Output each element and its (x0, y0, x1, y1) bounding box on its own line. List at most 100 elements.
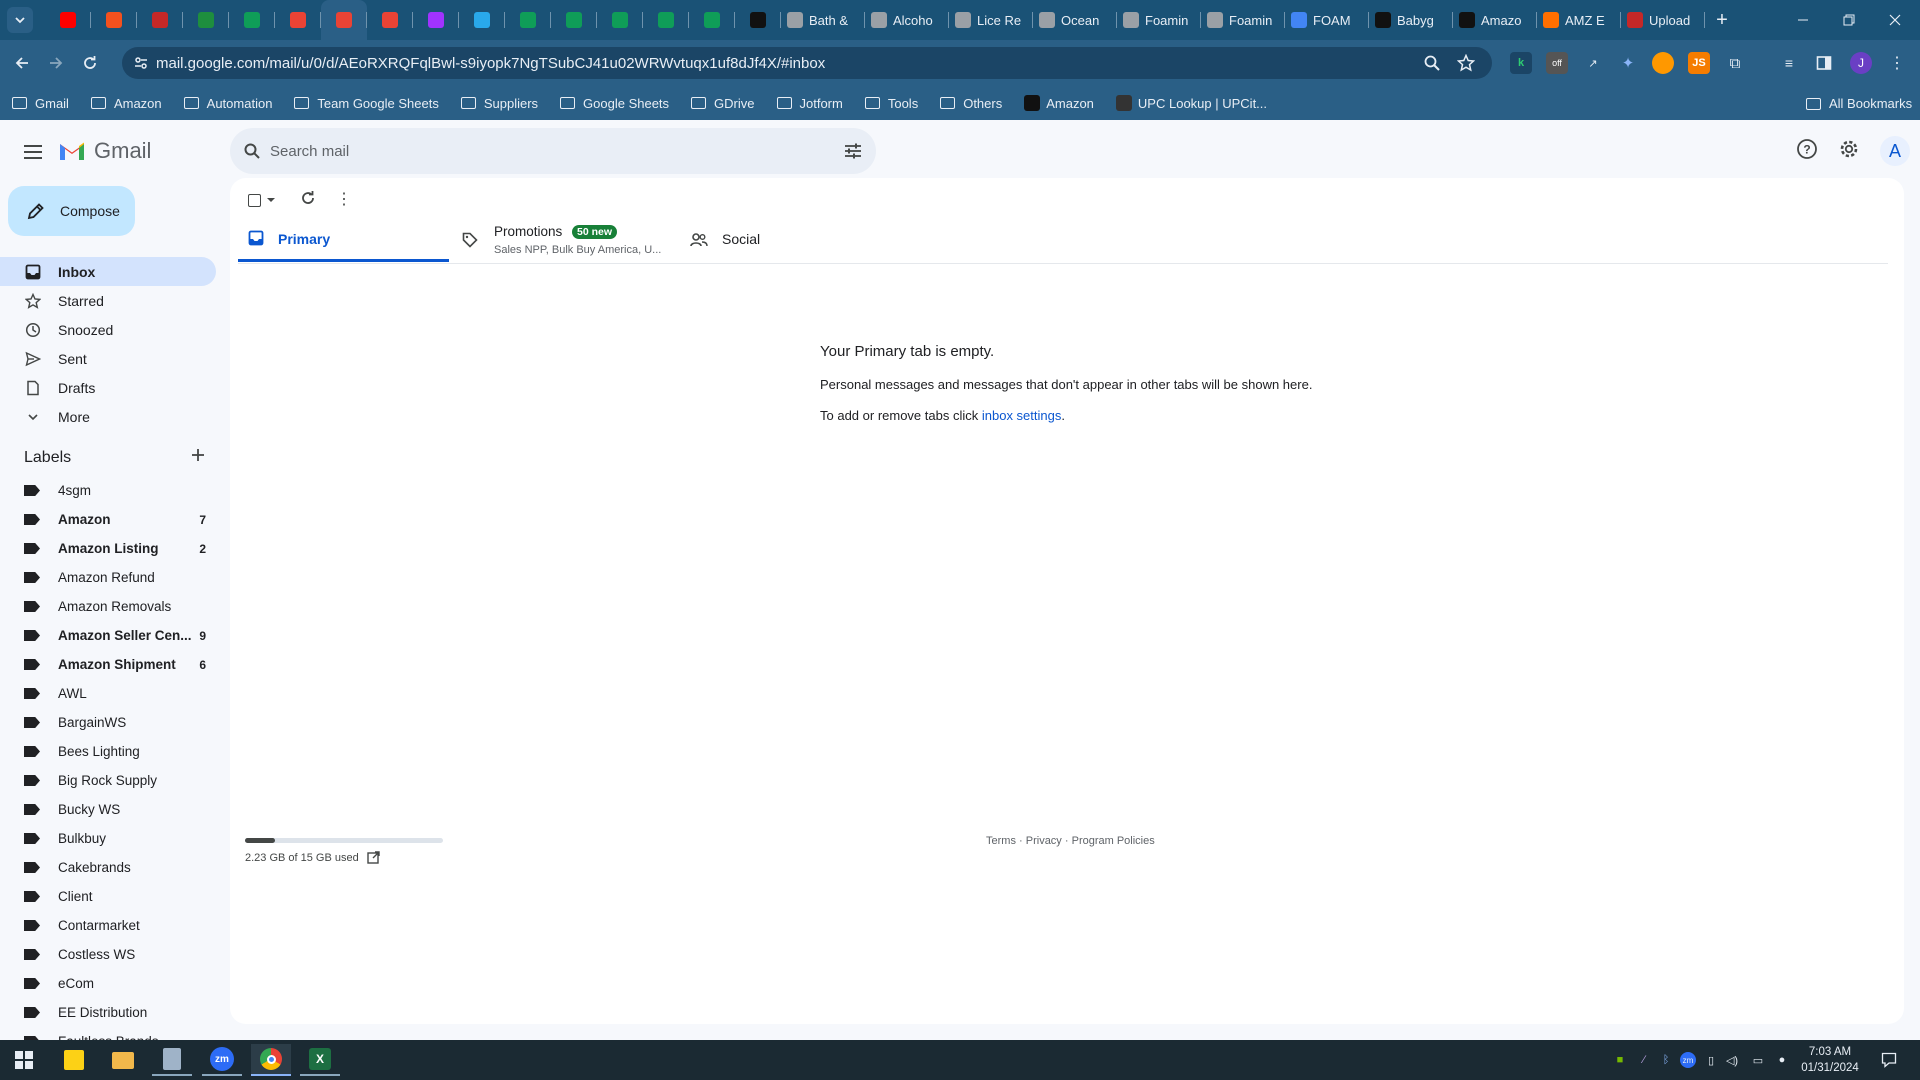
clock[interactable]: 7:03 AM 01/31/2024 (1798, 1044, 1862, 1076)
label-item[interactable]: BargainWS (0, 708, 216, 737)
forward-button[interactable] (39, 46, 73, 80)
reload-button[interactable] (73, 46, 107, 80)
sidebar-item-more[interactable]: More (0, 402, 216, 431)
label-item[interactable]: Amazon Refund (0, 563, 216, 592)
tab-social[interactable]: Social (680, 214, 880, 262)
browser-menu-button[interactable]: ⋮ (1886, 52, 1908, 74)
microphone-tray-icon[interactable]: ● (1774, 1052, 1790, 1068)
bookmark-item[interactable]: Others (940, 96, 1002, 111)
network-tray-icon[interactable]: ▭ (1750, 1052, 1766, 1068)
storage-text[interactable]: 2.23 GB of 15 GB used (245, 851, 380, 864)
sidebar-item-inbox[interactable]: Inbox (0, 257, 216, 286)
search-options-icon[interactable] (844, 143, 862, 159)
browser-tab[interactable]: Foamin (1117, 0, 1201, 40)
bookmark-item[interactable]: UPC Lookup | UPCit... (1115, 95, 1267, 111)
zoom-app[interactable]: zm (202, 1044, 242, 1076)
label-item[interactable]: Client (0, 882, 216, 911)
browser-tab[interactable] (367, 0, 413, 40)
browser-tab[interactable] (735, 0, 781, 40)
search-box[interactable]: Search mail (230, 128, 876, 174)
browser-tab[interactable] (45, 0, 91, 40)
browser-tab[interactable]: Lice Re (949, 0, 1033, 40)
pen-tray-icon[interactable]: ∕ (1636, 1052, 1652, 1068)
bookmark-item[interactable]: Amazon (90, 96, 162, 111)
new-tab-button[interactable]: + (1709, 7, 1735, 33)
browser-tab[interactable] (597, 0, 643, 40)
browser-tab[interactable]: Alcoho (865, 0, 949, 40)
label-item[interactable]: Cakebrands (0, 853, 216, 882)
label-item[interactable]: Amazon 7 (0, 505, 216, 534)
js-extension-icon[interactable]: JS (1688, 52, 1710, 74)
tab-promotions[interactable]: Promotions 50 new Sales NPP, Bulk Buy Am… (452, 214, 672, 262)
notifications-icon[interactable] (1880, 1051, 1898, 1069)
compose-button[interactable]: Compose (8, 186, 135, 236)
main-menu-button[interactable] (18, 137, 48, 167)
minimize-button[interactable] (1780, 0, 1826, 40)
off-toggle-extension-icon[interactable]: off (1546, 52, 1568, 74)
back-button[interactable] (5, 46, 39, 80)
browser-tab[interactable] (229, 0, 275, 40)
sidebar-item-sent[interactable]: Sent (0, 344, 216, 373)
profile-avatar[interactable]: J (1850, 52, 1872, 74)
browser-tab[interactable] (551, 0, 597, 40)
sticky-notes-app[interactable] (54, 1044, 94, 1076)
label-item[interactable]: 4sgm (0, 476, 216, 505)
side-panel-icon[interactable] (1813, 52, 1835, 74)
bookmark-item[interactable]: Automation (183, 96, 272, 111)
label-item[interactable]: Bulkbuy (0, 824, 216, 853)
restore-button[interactable] (1826, 0, 1872, 40)
browser-tab[interactable] (183, 0, 229, 40)
sidebar-item-drafts[interactable]: Drafts (0, 373, 216, 402)
all-bookmarks-button[interactable]: All Bookmarks (1806, 96, 1912, 111)
bookmark-item[interactable]: Gmail (12, 96, 69, 111)
help-button[interactable]: ? (1796, 138, 1822, 164)
open-external-icon[interactable] (367, 851, 380, 864)
file-explorer-app[interactable] (103, 1044, 143, 1076)
browser-tab[interactable] (91, 0, 137, 40)
gmail-logo[interactable]: Gmail (58, 138, 151, 164)
label-item[interactable]: Big Rock Supply (0, 766, 216, 795)
label-item[interactable]: Costless WS (0, 940, 216, 969)
label-item[interactable]: Bees Lighting (0, 737, 216, 766)
zoom-icon[interactable] (1424, 55, 1440, 71)
close-window-button[interactable] (1872, 0, 1918, 40)
program-policies-link[interactable]: Program Policies (1072, 835, 1155, 847)
calculator-app[interactable] (152, 1044, 192, 1076)
browser-tab[interactable]: AMZ E (1537, 0, 1621, 40)
browser-tab[interactable]: Foamin (1201, 0, 1285, 40)
refresh-button[interactable] (300, 190, 316, 211)
bluetooth-tray-icon[interactable]: ᛒ (1658, 1052, 1674, 1068)
browser-tab[interactable]: Babyg (1369, 0, 1453, 40)
battery-tray-icon[interactable]: ▯ (1703, 1052, 1719, 1068)
bookmark-item[interactable]: Google Sheets (560, 96, 669, 111)
excel-app[interactable]: X (300, 1044, 340, 1076)
privacy-link[interactable]: Privacy (1026, 835, 1062, 847)
inbox-settings-link[interactable]: inbox settings (982, 408, 1062, 423)
select-all-checkbox[interactable] (248, 190, 278, 210)
tab-search-button[interactable] (7, 7, 33, 33)
label-item[interactable]: Amazon Shipment 6 (0, 650, 216, 679)
browser-tab[interactable] (505, 0, 551, 40)
search-icon[interactable] (244, 143, 260, 159)
browser-extension-icon[interactable] (1652, 52, 1674, 74)
bookmark-item[interactable]: GDrive (691, 96, 755, 111)
label-item[interactable]: Amazon Listing 2 (0, 534, 216, 563)
zoom-tray-icon[interactable]: zm (1680, 1052, 1696, 1068)
browser-tab[interactable] (689, 0, 735, 40)
label-item[interactable]: Amazon Removals (0, 592, 216, 621)
bookmark-item[interactable]: Suppliers (460, 96, 538, 111)
sidebar-item-snoozed[interactable]: Snoozed (0, 315, 216, 344)
settings-button[interactable] (1838, 138, 1864, 164)
browser-tab[interactable] (275, 0, 321, 40)
sidebar-item-starred[interactable]: Starred (0, 286, 216, 315)
nvidia-tray-icon[interactable]: ■ (1612, 1052, 1628, 1068)
browser-tab[interactable] (643, 0, 689, 40)
bookmark-item[interactable]: Tools (864, 96, 918, 111)
account-avatar[interactable]: A (1880, 136, 1910, 166)
create-label-button[interactable] (190, 447, 210, 467)
bookmark-item[interactable]: Team Google Sheets (294, 96, 439, 111)
bookmark-item[interactable]: Jotform (776, 96, 843, 111)
browser-tab[interactable]: FOAM (1285, 0, 1369, 40)
label-item[interactable]: EE Distribution (0, 998, 216, 1027)
label-item[interactable]: Bucky WS (0, 795, 216, 824)
